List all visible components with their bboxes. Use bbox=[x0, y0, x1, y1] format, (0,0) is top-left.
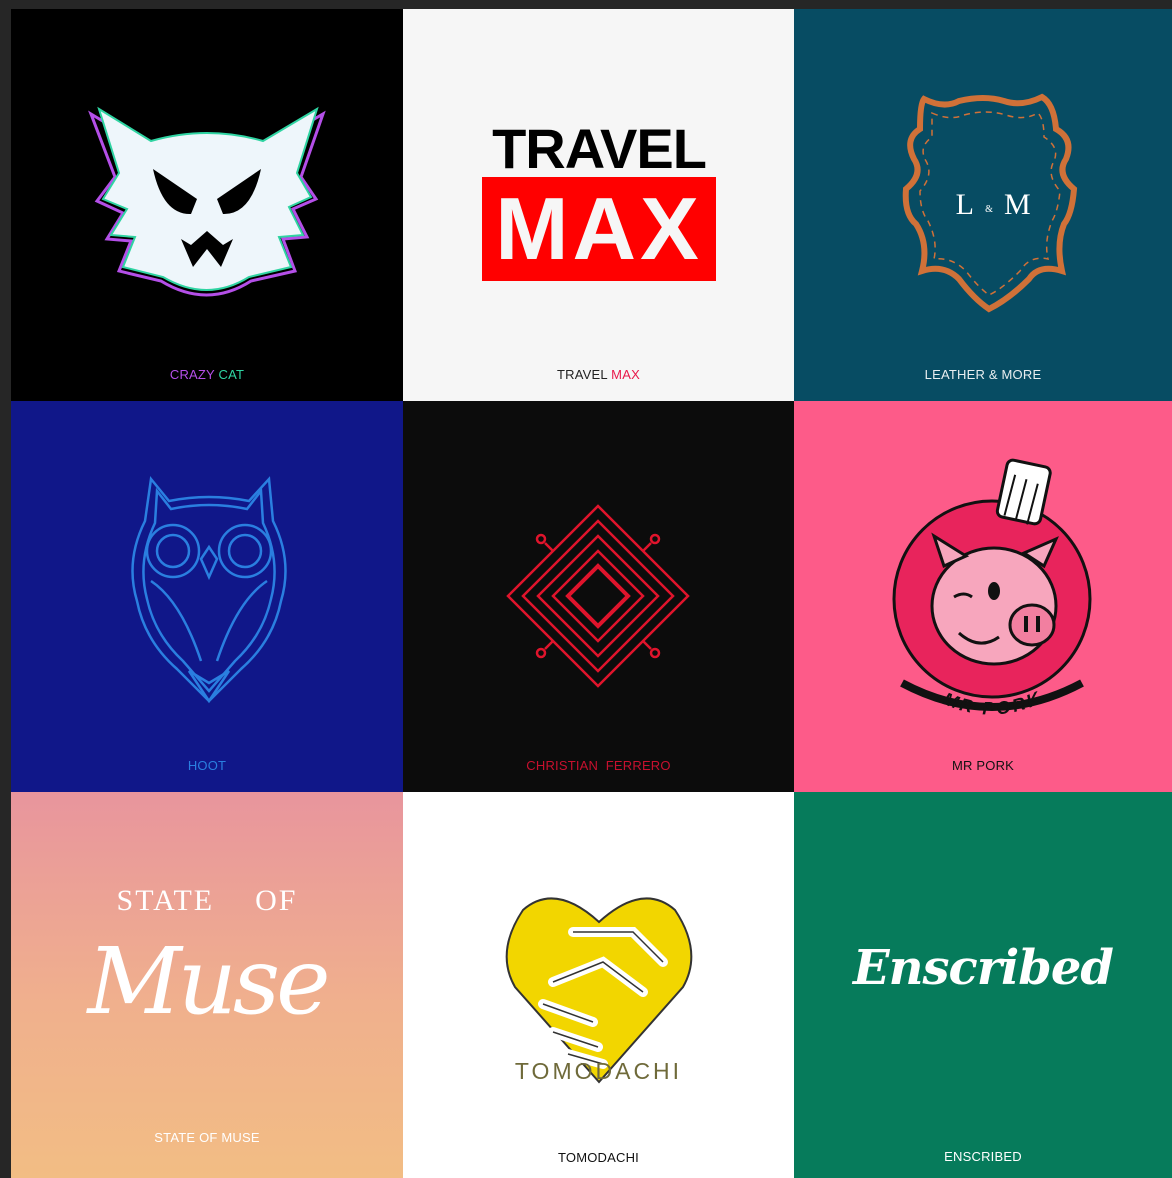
logo-gallery-grid: CRAZY CAT TRAVEL MAX TRAVEL MAX L & M LE… bbox=[11, 9, 1172, 1178]
caption-word-crazy: CRAZY bbox=[169, 367, 215, 382]
logo-tile-hoot[interactable]: HOOT bbox=[11, 401, 403, 792]
logo-caption: MR PORK bbox=[951, 758, 1015, 773]
enscribed-script: Enscribed bbox=[853, 940, 1114, 996]
heading-word-state: STATE bbox=[116, 884, 215, 917]
logo-tile-enscribed[interactable]: Enscribed ENSCRIBED bbox=[794, 792, 1172, 1178]
caption-word-travel: TRAVEL bbox=[557, 367, 608, 382]
caption-word-ferrero: FERRERO bbox=[605, 758, 671, 773]
cat-logo-icon bbox=[88, 106, 326, 297]
logo-caption: CHRISTIAN FERRERO bbox=[403, 758, 794, 773]
logo-tile-christian-ferrero[interactable]: CHRISTIAN FERRERO bbox=[403, 401, 794, 792]
max-wordmark-block: MAX bbox=[482, 177, 716, 281]
logo-caption: LEATHER & MORE bbox=[924, 367, 1042, 382]
logo-caption: HOOT bbox=[187, 758, 227, 773]
max-wordmark: MAX bbox=[495, 179, 703, 278]
logo-tile-tomodachi[interactable]: TOMODACHI TOMODACHI bbox=[403, 792, 794, 1178]
state-of-heading: STATE OF bbox=[11, 884, 403, 918]
caption-word-max: MAX bbox=[611, 367, 640, 382]
logo-tile-state-of-muse[interactable]: STATE OF Muse STATE OF MUSE bbox=[11, 792, 403, 1178]
logo-tile-mr-pork[interactable]: MR PORK MR PORK bbox=[794, 401, 1172, 792]
caption-word-cat: CAT bbox=[218, 367, 245, 382]
logo-caption: STATE OF MUSE bbox=[154, 1130, 260, 1145]
muse-script: Muse bbox=[87, 928, 330, 1035]
logo-tile-leather-more[interactable]: L & M LEATHER & MORE bbox=[794, 9, 1172, 401]
travel-wordmark: TRAVEL bbox=[492, 117, 707, 180]
logo-caption: ENSCRIBED bbox=[944, 1149, 1022, 1164]
monogram-ampersand: & bbox=[985, 204, 993, 215]
logo-caption: TOMODACHI bbox=[557, 1150, 639, 1165]
logo-tile-travel-max[interactable]: TRAVEL MAX TRAVEL MAX bbox=[403, 9, 794, 401]
logo-caption: TRAVEL MAX bbox=[403, 367, 794, 382]
leather-hide-icon: L & M bbox=[902, 93, 1078, 313]
circuit-diamond-icon bbox=[506, 504, 690, 688]
caption-word-christian: CHRISTIAN bbox=[526, 758, 599, 773]
heading-word-of: OF bbox=[255, 884, 298, 917]
owl-icon bbox=[131, 476, 287, 704]
logo-caption: CRAZY CAT bbox=[11, 367, 403, 382]
monogram-m: M bbox=[1004, 188, 1031, 221]
pig-chef-icon: MR PORK bbox=[892, 458, 1092, 719]
monogram-l: L bbox=[956, 188, 974, 221]
logo-tile-crazy-cat[interactable]: CRAZY CAT bbox=[11, 9, 403, 401]
tomodachi-wordmark: TOMODACHI bbox=[514, 1058, 683, 1084]
handshake-heart-icon bbox=[505, 897, 693, 1084]
